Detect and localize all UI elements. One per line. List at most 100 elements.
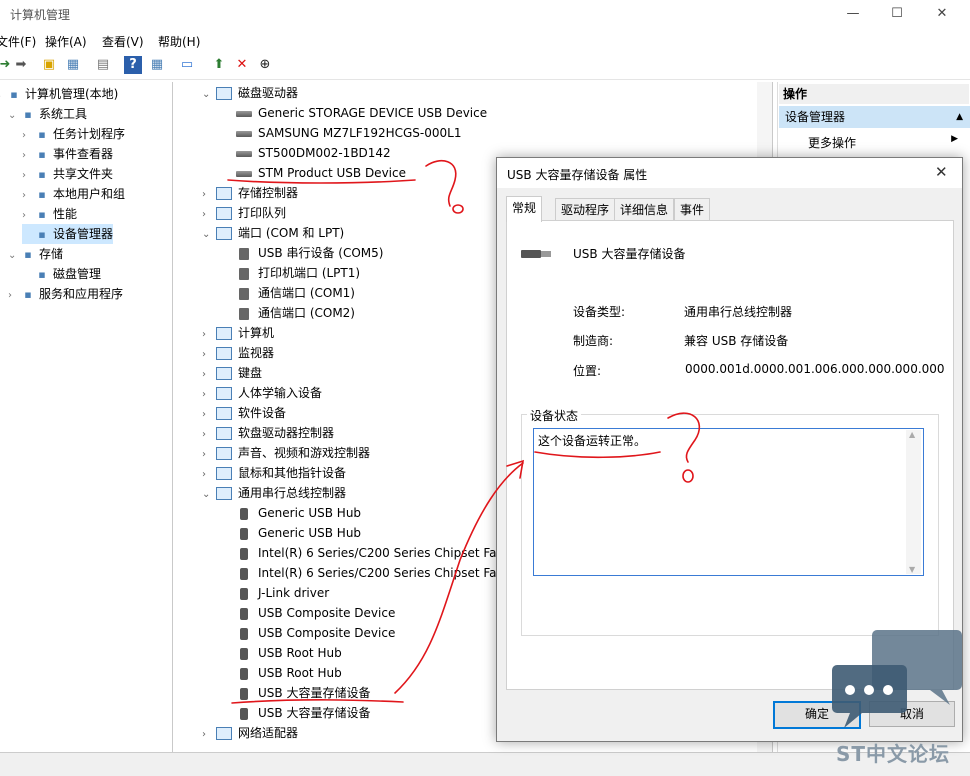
- expand-chevron-icon[interactable]: ›: [202, 465, 216, 485]
- tree-item[interactable]: ⌄ ▪ 存储: [8, 244, 63, 264]
- tree-item[interactable]: ▪ 设备管理器: [22, 224, 114, 244]
- menu-file[interactable]: 文件(F): [0, 33, 36, 50]
- device-category[interactable]: › 声音、视频和游戏控制器: [202, 443, 370, 463]
- device-category[interactable]: › 打印队列: [202, 203, 286, 223]
- tab-driver[interactable]: 驱动程序: [555, 198, 616, 221]
- port-device-icon: [239, 307, 249, 320]
- tree-node-icon: ▪: [38, 208, 46, 221]
- expand-chevron-icon[interactable]: ›: [22, 186, 34, 206]
- tab-events[interactable]: 事件: [674, 198, 711, 221]
- device-category[interactable]: › 计算机: [202, 323, 274, 343]
- device-item[interactable]: STM Product USB Device: [236, 163, 406, 183]
- tree-item[interactable]: › ▪ 服务和应用程序: [8, 284, 123, 304]
- disk-device-icon: [236, 110, 252, 117]
- device-category[interactable]: › 监视器: [202, 343, 274, 363]
- device-status-textbox[interactable]: 这个设备运转正常。 ▲ ▼: [533, 428, 924, 576]
- expand-chevron-icon[interactable]: ⌄: [8, 246, 20, 266]
- expand-chevron-icon[interactable]: ›: [22, 126, 34, 146]
- device-type-value: 通用串行总线控制器: [684, 305, 793, 319]
- menu-help[interactable]: 帮助(H): [158, 33, 200, 50]
- tab-details[interactable]: 详细信息: [614, 198, 675, 221]
- monitor-icon[interactable]: ▭: [178, 56, 196, 74]
- expand-chevron-icon[interactable]: ›: [202, 205, 216, 225]
- device-item[interactable]: J-Link driver: [236, 583, 329, 603]
- tree-item[interactable]: › ▪ 事件查看器: [22, 144, 113, 164]
- usb-device-icon: [240, 627, 248, 640]
- expand-chevron-icon[interactable]: ⌄: [8, 106, 20, 126]
- device-item[interactable]: Generic USB Hub: [236, 503, 361, 523]
- tree-item[interactable]: ⌄▪计算机管理(本地): [0, 84, 118, 104]
- tree-item[interactable]: ▪ 磁盘管理: [22, 264, 101, 284]
- maximize-button[interactable]: ☐: [887, 4, 907, 24]
- forward-icon[interactable]: ➡: [12, 56, 30, 74]
- device-item[interactable]: USB Root Hub: [236, 663, 342, 683]
- minimize-button[interactable]: —: [843, 4, 863, 24]
- tree-item[interactable]: › ▪ 任务计划程序: [22, 124, 125, 144]
- expand-chevron-icon[interactable]: ›: [8, 286, 20, 306]
- close-button[interactable]: ✕: [932, 4, 952, 24]
- expand-chevron-icon[interactable]: ⌄: [202, 485, 216, 505]
- download-icon[interactable]: ⊕: [256, 56, 274, 74]
- usb-device-icon: [240, 587, 248, 600]
- expand-chevron-icon[interactable]: ›: [202, 385, 216, 405]
- collapse-icon[interactable]: ▲: [956, 106, 963, 128]
- menu-action[interactable]: 操作(A): [45, 33, 87, 50]
- device-category[interactable]: › 键盘: [202, 363, 262, 383]
- device-item[interactable]: Generic STORAGE DEVICE USB Device: [236, 103, 487, 123]
- properties-icon[interactable]: ▦: [148, 56, 166, 74]
- expand-chevron-icon[interactable]: ⌄: [202, 225, 216, 245]
- status-scrollbar[interactable]: ▲ ▼: [906, 430, 921, 574]
- device-item[interactable]: Generic USB Hub: [236, 523, 361, 543]
- tree-item[interactable]: › ▪ 本地用户和组: [22, 184, 125, 204]
- device-category[interactable]: ⌄ 磁盘驱动器: [202, 83, 298, 103]
- device-item[interactable]: Intel(R) 6 Series/C200 Series Chipset Fa…: [236, 543, 508, 563]
- expand-chevron-icon[interactable]: ›: [202, 725, 216, 745]
- device-item[interactable]: USB 大容量存储设备: [236, 703, 370, 723]
- export-icon[interactable]: ▤: [94, 56, 112, 74]
- expand-chevron-icon[interactable]: ›: [22, 166, 34, 186]
- expand-chevron-icon[interactable]: ›: [202, 185, 216, 205]
- expand-chevron-icon[interactable]: ›: [202, 445, 216, 465]
- device-category[interactable]: › 网络适配器: [202, 723, 298, 743]
- device-item[interactable]: SAMSUNG MZ7LF192HCGS-000L1: [236, 123, 461, 143]
- expand-chevron-icon[interactable]: ›: [202, 325, 216, 345]
- device-category[interactable]: ⌄ 通用串行总线控制器: [202, 483, 346, 503]
- device-category[interactable]: ⌄ 端口 (COM 和 LPT): [202, 223, 344, 243]
- help-icon[interactable]: ?: [124, 56, 142, 74]
- update-driver-icon[interactable]: ⬆: [210, 56, 228, 74]
- uninstall-icon[interactable]: ✕: [233, 56, 251, 74]
- tab-general[interactable]: 常规: [506, 196, 543, 222]
- device-item[interactable]: USB 大容量存储设备: [236, 683, 370, 703]
- dialog-close-button[interactable]: ✕: [935, 163, 948, 181]
- expand-chevron-icon[interactable]: ›: [202, 365, 216, 385]
- device-category[interactable]: › 存储控制器: [202, 183, 298, 203]
- device-item[interactable]: 通信端口 (COM1): [236, 283, 355, 303]
- expand-chevron-icon[interactable]: ›: [22, 206, 34, 226]
- device-category[interactable]: › 软件设备: [202, 403, 286, 423]
- device-item[interactable]: USB Root Hub: [236, 643, 342, 663]
- expand-chevron-icon[interactable]: ›: [22, 146, 34, 166]
- device-item[interactable]: 打印机端口 (LPT1): [236, 263, 360, 283]
- menu-view[interactable]: 查看(V): [102, 33, 144, 50]
- device-item[interactable]: ST500DM002-1BD142: [236, 143, 391, 163]
- expand-chevron-icon[interactable]: ⌄: [202, 85, 216, 105]
- action-more[interactable]: 更多操作 ▶: [808, 134, 958, 151]
- device-item[interactable]: USB Composite Device: [236, 623, 395, 643]
- action-device-manager[interactable]: 设备管理器 ▲: [779, 106, 970, 128]
- device-item[interactable]: Intel(R) 6 Series/C200 Series Chipset Fa…: [236, 563, 508, 583]
- show-tree-icon[interactable]: ▦: [64, 56, 82, 74]
- tree-item[interactable]: › ▪ 性能: [22, 204, 77, 224]
- expand-chevron-icon[interactable]: ›: [202, 405, 216, 425]
- expand-chevron-icon[interactable]: ›: [202, 425, 216, 445]
- tree-item[interactable]: › ▪ 共享文件夹: [22, 164, 113, 184]
- device-item[interactable]: USB Composite Device: [236, 603, 395, 623]
- device-category[interactable]: › 软盘驱动器控制器: [202, 423, 334, 443]
- expand-chevron-icon[interactable]: ›: [202, 345, 216, 365]
- tree-item[interactable]: ⌄ ▪ 系统工具: [8, 104, 87, 124]
- device-category[interactable]: › 鼠标和其他指针设备: [202, 463, 346, 483]
- device-item[interactable]: 通信端口 (COM2): [236, 303, 355, 323]
- up-folder-icon[interactable]: ▣: [40, 56, 58, 74]
- device-item[interactable]: USB 串行设备 (COM5): [236, 243, 383, 263]
- device-category[interactable]: › 人体学输入设备: [202, 383, 322, 403]
- device-label: USB Composite Device: [258, 606, 396, 620]
